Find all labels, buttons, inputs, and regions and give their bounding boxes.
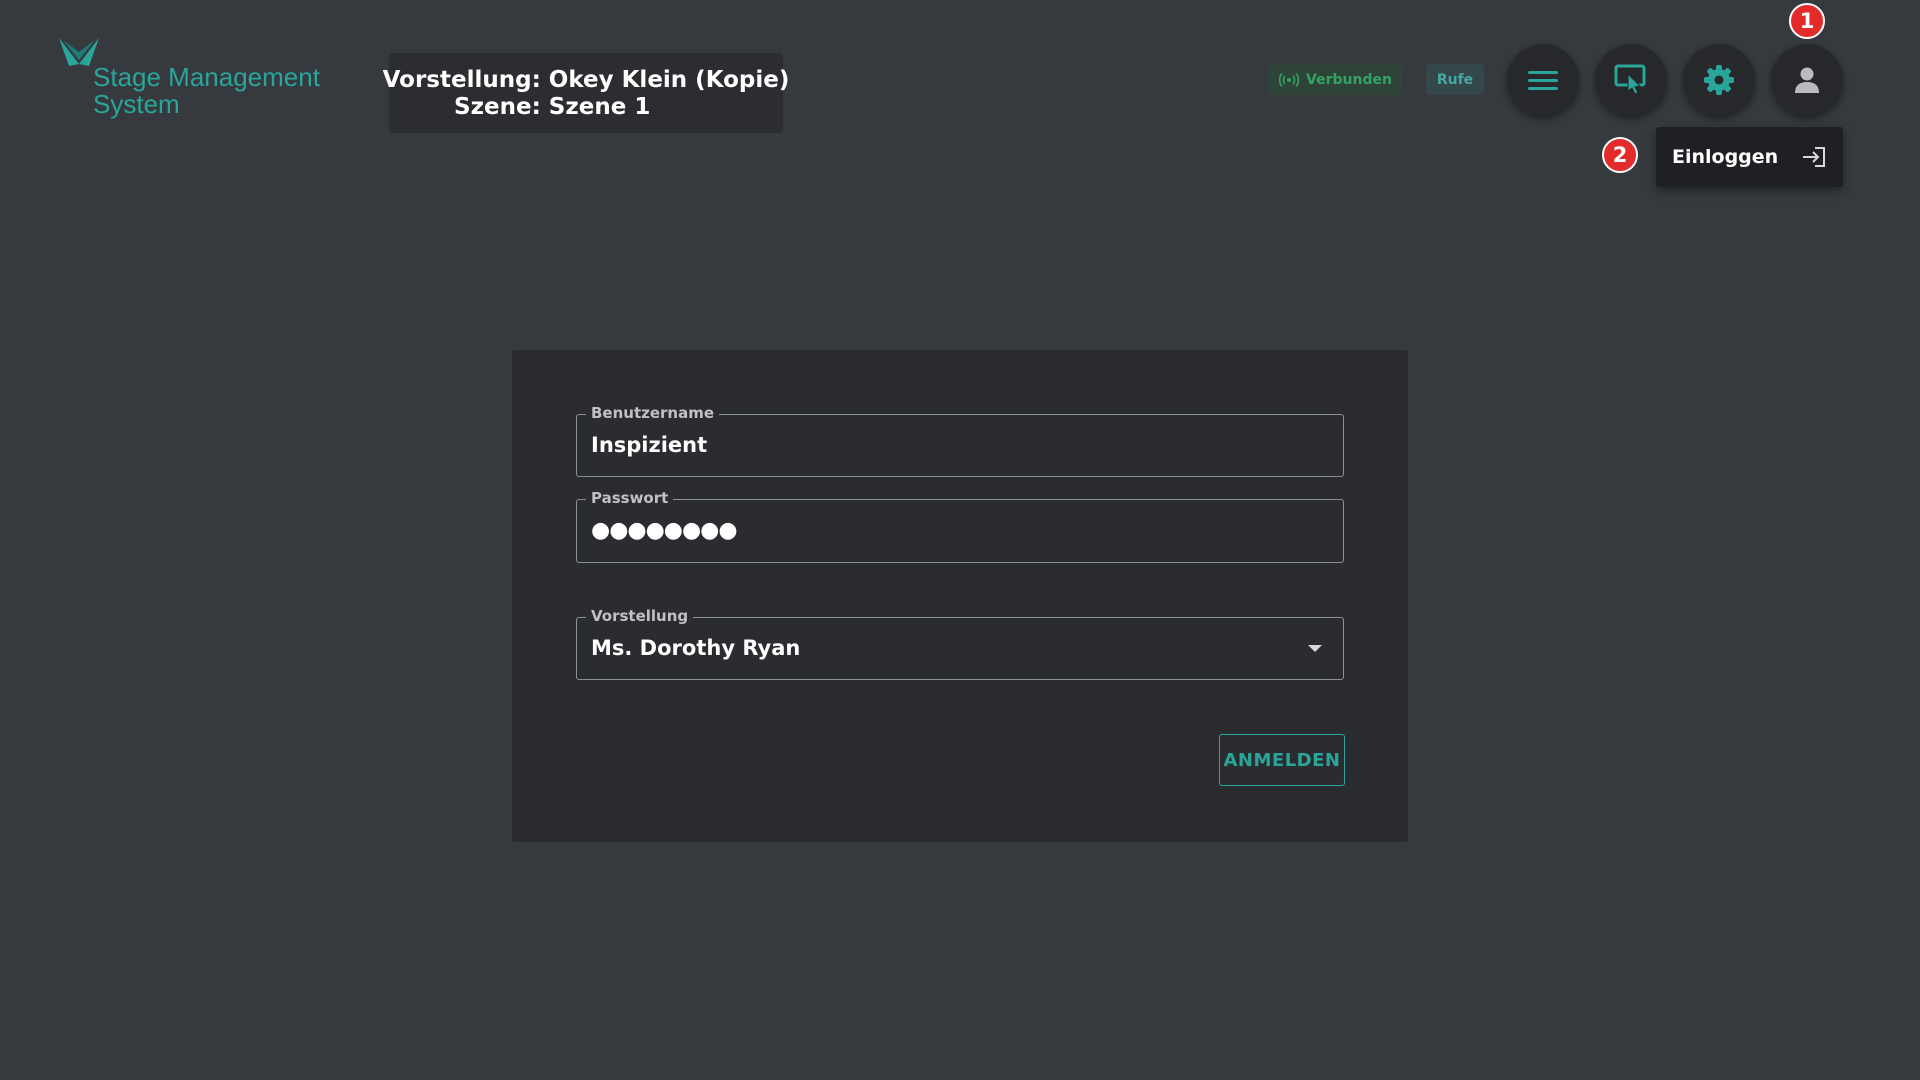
password-input[interactable]: ●●●●●●●●: [591, 518, 738, 543]
settings-button[interactable]: [1683, 44, 1755, 116]
show-select-value[interactable]: Ms. Dorothy Ryan: [591, 636, 800, 660]
broadcast-icon: [1278, 72, 1300, 87]
password-field[interactable]: Passwort ●●●●●●●●: [576, 490, 1344, 563]
show-scene-info: Vorstellung: Okey Klein (Kopie) Szene: S…: [383, 53, 789, 133]
menu-icon: [1528, 71, 1558, 90]
login-icon: [1803, 147, 1825, 167]
app-name-line2: System: [93, 89, 180, 119]
display-touch-icon: [1614, 64, 1646, 95]
show-select[interactable]: Vorstellung Ms. Dorothy Ryan: [576, 608, 1344, 680]
username-input[interactable]: Inspizient: [591, 433, 707, 457]
login-card: Benutzername Inspizient Passwort ●●●●●●●…: [512, 350, 1408, 842]
scene-label: Szene:: [454, 93, 541, 120]
scene-value: Szene 1: [548, 93, 651, 120]
connection-status-label: Verbunden: [1306, 71, 1392, 88]
calls-chip[interactable]: Rufe: [1426, 64, 1484, 95]
app-name: Stage Management System: [93, 64, 320, 118]
user-icon: [1795, 67, 1819, 93]
menu-button[interactable]: [1507, 44, 1579, 116]
show-select-label: Vorstellung: [586, 608, 694, 625]
username-field[interactable]: Benutzername Inspizient: [576, 405, 1344, 477]
chevron-down-icon[interactable]: [1308, 645, 1322, 652]
username-label: Benutzername: [586, 405, 720, 422]
app-logo: Stage Management System: [59, 38, 359, 120]
password-label: Passwort: [586, 490, 674, 507]
app-name-line1: Stage Management: [93, 62, 320, 92]
login-submit-button[interactable]: ANMELDEN: [1219, 734, 1345, 786]
calls-label: Rufe: [1436, 71, 1474, 88]
show-value: Okey Klein (Kopie): [548, 66, 790, 93]
login-menu-item[interactable]: Einloggen: [1656, 127, 1843, 187]
connection-status-chip[interactable]: Verbunden: [1268, 64, 1402, 95]
display-mode-button[interactable]: [1595, 44, 1667, 116]
show-label: Vorstellung:: [382, 66, 541, 93]
annotation-marker-1: 1: [1789, 3, 1825, 39]
gear-icon: [1704, 65, 1734, 95]
user-button[interactable]: [1771, 44, 1843, 116]
annotation-marker-2: 2: [1602, 137, 1638, 173]
login-menu-label: Einloggen: [1672, 146, 1779, 168]
